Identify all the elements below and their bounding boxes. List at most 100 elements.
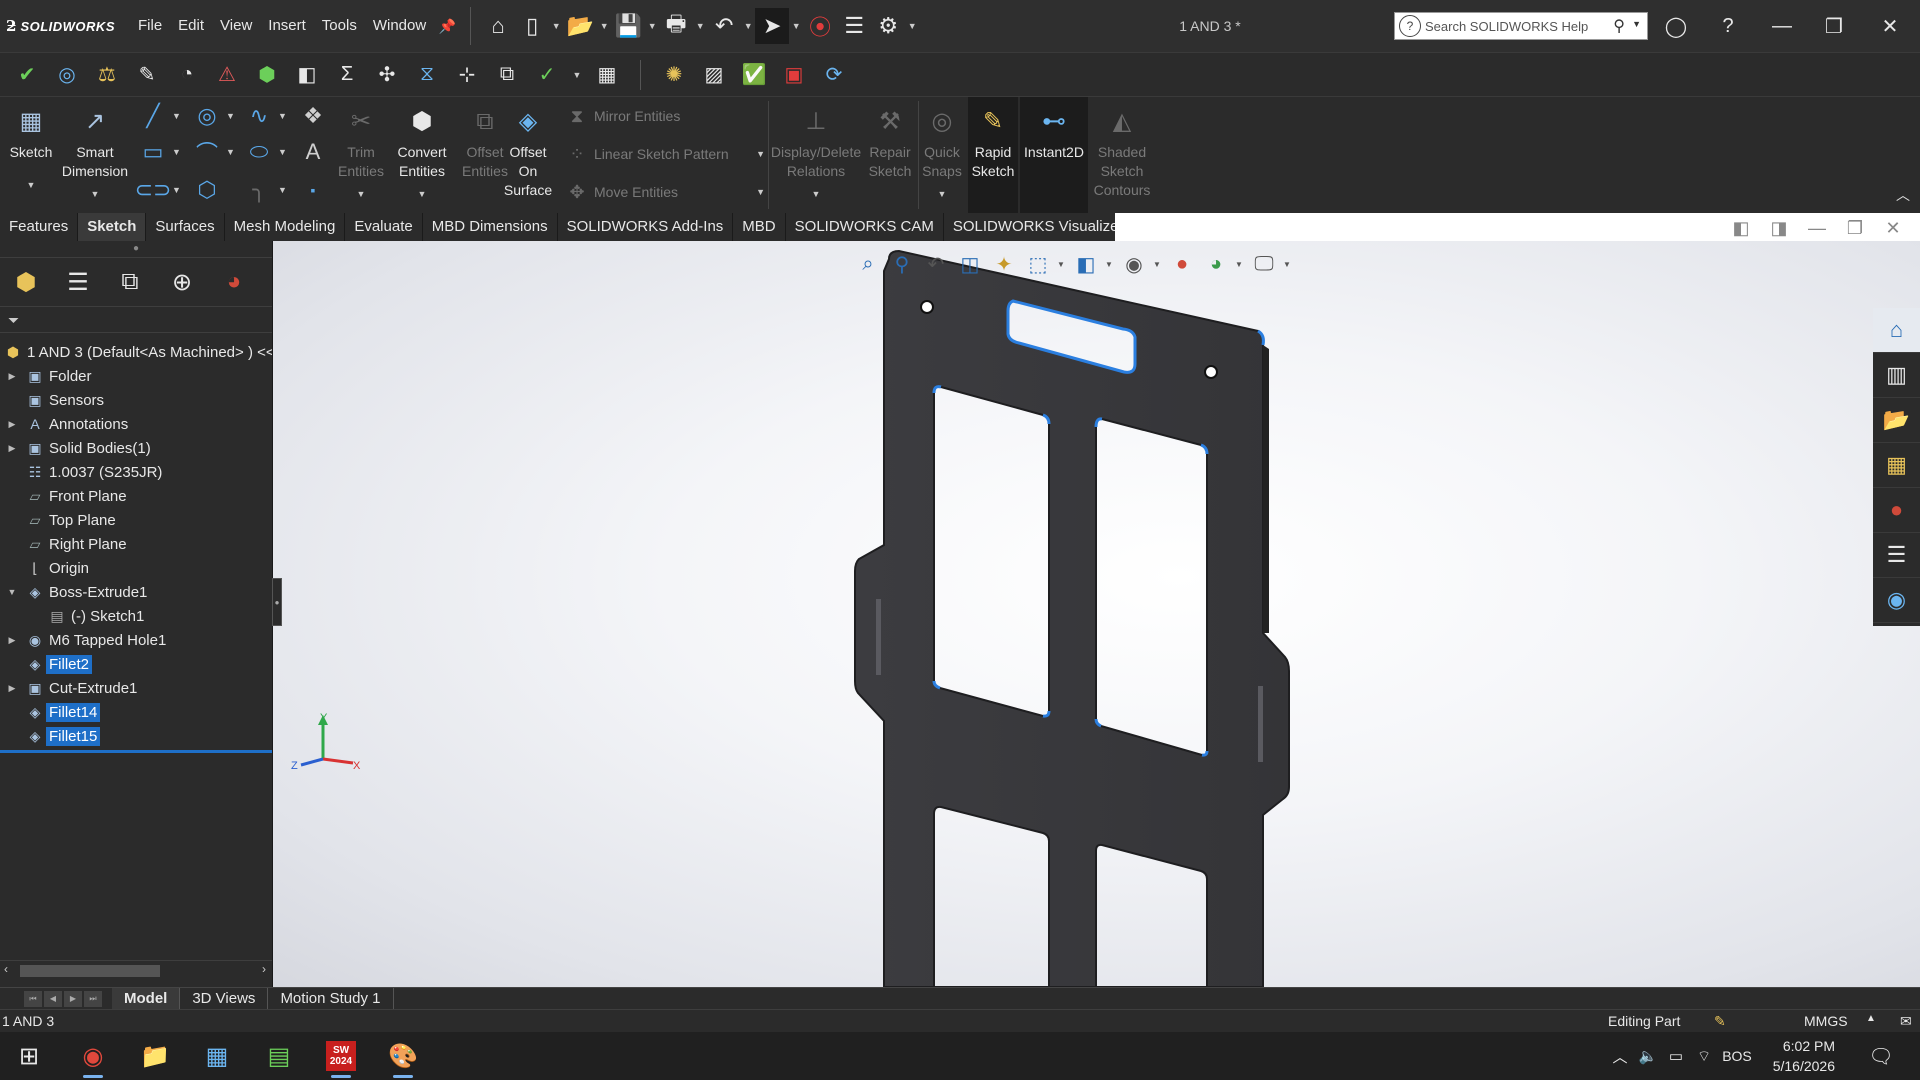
help-icon[interactable]: ? (1702, 0, 1754, 52)
hide-show-items-icon[interactable]: ◉ (1119, 250, 1149, 278)
options-gear-icon[interactable]: ⚙ (871, 8, 905, 44)
show-hidden-icons-icon[interactable]: ︿ (1606, 1046, 1634, 1067)
quick-snaps-button[interactable]: ◎ Quick Snaps ▼ (920, 97, 964, 213)
rectangle-dropdown-icon[interactable]: ▼ (172, 147, 181, 157)
slot-icon[interactable]: ⊂⊃ (135, 175, 172, 205)
approve-icon[interactable]: ✅ (737, 58, 771, 92)
text-icon[interactable]: A (298, 137, 328, 167)
rollback-bar[interactable] (0, 750, 272, 753)
convert-dropdown-icon[interactable]: ▼ (418, 185, 427, 204)
battery-icon[interactable]: ▭ (1662, 1047, 1690, 1065)
search-input[interactable]: Search SOLIDWORKS Help (1425, 19, 1588, 34)
edit-appearance-icon[interactable]: ● (1167, 250, 1197, 278)
tile-left-icon[interactable]: ◧ (1728, 218, 1754, 239)
equations-sum-icon[interactable]: Σ (330, 58, 364, 92)
search-icon[interactable]: ⚲ (1613, 16, 1625, 36)
save-dropdown-icon[interactable]: ▼ (645, 21, 659, 31)
move-dropdown-icon[interactable]: ▼ (756, 187, 765, 197)
tree-item-material[interactable]: ☷ 1.0037 (S235JR) (0, 460, 272, 484)
move-entities-button[interactable]: ✥ Move Entities ▼ (560, 173, 765, 211)
arc-dropdown-icon[interactable]: ▼ (226, 147, 235, 157)
tree-item-sketch1[interactable]: ▤ (-) Sketch1 (0, 604, 272, 628)
orientation-dropdown-icon[interactable]: ▼ (1057, 260, 1067, 269)
tree-item-fillet2[interactable]: ◈ Fillet2 (0, 652, 272, 676)
tree-item-right-plane[interactable]: ▱ Right Plane (0, 532, 272, 556)
undo-icon[interactable]: ↶ (707, 8, 741, 44)
sketch-fillet-icon[interactable]: ╮ (244, 175, 274, 205)
mirror-entities-button[interactable]: ⧗ Mirror Entities (560, 97, 765, 135)
hide-show-dropdown-icon[interactable]: ▼ (1153, 260, 1163, 269)
relations-dropdown-icon[interactable]: ▼ (812, 185, 821, 204)
select-dropdown-icon[interactable]: ▼ (789, 21, 803, 31)
scene-dropdown-icon[interactable]: ▼ (1235, 260, 1245, 269)
slot-dropdown-icon[interactable]: ▼ (172, 185, 181, 195)
notifications-icon[interactable]: 🗨 (1856, 1032, 1906, 1080)
table-icon[interactable]: ▦ (590, 58, 624, 92)
prev-tab-icon[interactable]: ◀ (44, 990, 62, 1007)
undo-dropdown-icon[interactable]: ▼ (741, 21, 755, 31)
view-palette-icon[interactable]: ▦ (1873, 443, 1920, 488)
tab-surfaces[interactable]: Surfaces (146, 213, 225, 241)
viewport-close-icon[interactable]: ✕ (1880, 218, 1906, 239)
tooltip-icon[interactable]: ✉ (1900, 1013, 1912, 1030)
pattern-dropdown-icon[interactable]: ▼ (756, 149, 765, 159)
linear-sketch-pattern-button[interactable]: ⁘ Linear Sketch Pattern ▼ (560, 135, 765, 173)
symmetry-icon[interactable]: ⧖ (410, 58, 444, 92)
custom-properties-icon[interactable]: ☰ (1873, 533, 1920, 578)
calculator-icon[interactable]: ▦ (192, 1032, 242, 1080)
graphics-area[interactable]: ⌕ ⚲ ↶ ◫ ✦ ⬚ ▼ ◧ ▼ ◉ ▼ ● ◕ ▼ 🖵 ▼ Y X Z (273, 241, 1920, 987)
tree-item-tapped-hole[interactable]: ▶ ◉ M6 Tapped Hole1 (0, 628, 272, 652)
menu-view[interactable]: View (212, 0, 260, 52)
snaps-dropdown-icon[interactable]: ▼ (938, 185, 947, 204)
options-dropdown-icon[interactable]: ▼ (905, 21, 919, 31)
units-selector[interactable]: MMGS (1804, 1013, 1848, 1029)
feature-tree-tab-icon[interactable]: ⬢ (0, 258, 52, 306)
measure-icon[interactable]: ◎ (50, 58, 84, 92)
spell-check-icon[interactable]: ✔ (10, 58, 44, 92)
instant2d-button[interactable]: ⊷ Instant2D (1020, 97, 1088, 213)
view-settings-dropdown-icon[interactable]: ▼ (1283, 260, 1293, 269)
pin-icon[interactable]: 📌 (434, 18, 460, 35)
expand-icon[interactable]: ▶ (6, 683, 18, 694)
scroll-left-icon[interactable]: ‹ (4, 962, 8, 976)
search-dropdown-icon[interactable]: ▼ (1632, 19, 1641, 29)
hatch-icon[interactable]: ▨ (697, 58, 731, 92)
view-orientation-icon[interactable]: ⬚ (1023, 250, 1053, 278)
panel-collapse-handle-icon[interactable]: ● (272, 578, 282, 626)
last-tab-icon[interactable]: ⏭ (84, 990, 102, 1007)
part-reviewer-icon[interactable]: ⬢ (250, 58, 284, 92)
tab-solidworks-cam[interactable]: SOLIDWORKS CAM (786, 213, 944, 241)
input-language[interactable]: BOS (1718, 1048, 1756, 1064)
previous-view-icon[interactable]: ↶ (921, 250, 951, 278)
tab-mesh-modeling[interactable]: Mesh Modeling (225, 213, 346, 241)
tree-item-cut-extrude[interactable]: ▶ ▣ Cut-Extrude1 (0, 676, 272, 700)
solidworks-logo[interactable]: ƻ SOLIDWORKS (0, 0, 130, 52)
dimxpert-tab-icon[interactable]: ⊕ (156, 258, 208, 306)
save-icon[interactable]: 💾 (611, 8, 645, 44)
tree-item-fillet15[interactable]: ◈ Fillet15 (0, 724, 272, 748)
tree-item-sensors[interactable]: ▣ Sensors (0, 388, 272, 412)
design-library-icon[interactable]: ▥ (1873, 353, 1920, 398)
split-icon[interactable]: ⊹ (450, 58, 484, 92)
ellipse-dropdown-icon[interactable]: ▼ (278, 147, 287, 157)
notepad-icon[interactable]: ▤ (254, 1032, 304, 1080)
display-style-dropdown-icon[interactable]: ▼ (1105, 260, 1115, 269)
mass-properties-icon[interactable]: ⚖ (90, 58, 124, 92)
collapse-icon[interactable]: ▼ (6, 587, 18, 597)
tab-model[interactable]: Model (112, 987, 181, 1010)
tree-item-annotations[interactable]: ▶ A Annotations (0, 412, 272, 436)
refresh-icon[interactable]: ⟳ (817, 58, 851, 92)
paint-icon[interactable]: 🎨 (378, 1032, 428, 1080)
panel-grip-icon[interactable]: ● (0, 241, 272, 257)
close-icon[interactable]: ✕ (1864, 0, 1916, 52)
solidworks-forum-icon[interactable]: ◉ (1873, 578, 1920, 623)
tab-3d-views[interactable]: 3D Views (180, 987, 269, 1010)
tab-solidworks-visualize[interactable]: SOLIDWORKS Visualize (944, 213, 1129, 241)
dynamic-annotation-icon[interactable]: ✦ (989, 250, 1019, 278)
next-tab-icon[interactable]: ▶ (64, 990, 82, 1007)
wifi-icon[interactable]: ⌔ (1690, 1047, 1718, 1066)
units-dropdown-icon[interactable]: ▲ (1866, 1013, 1876, 1024)
repair-sketch-button[interactable]: ⚒ Repair Sketch (864, 97, 916, 213)
design-checker-icon[interactable]: ✓ (530, 58, 564, 92)
menu-tools[interactable]: Tools (314, 0, 365, 52)
